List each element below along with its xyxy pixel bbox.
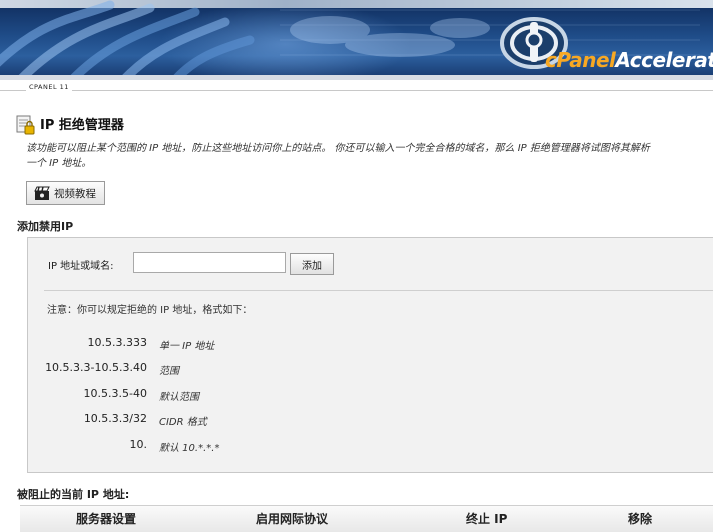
example-value: 10.5.3.3-10.5.3.40 <box>45 361 147 374</box>
version-bar <box>0 80 713 92</box>
example-desc: 默认范围 <box>159 392 199 403</box>
example-value: 10.5.3.5-40 <box>83 387 147 400</box>
brand-accelerated-text: Accelerated <box>615 48 713 72</box>
ip-field-label: IP 地址或域名: <box>48 261 114 272</box>
example-desc: 默认 10.*.*.* <box>159 443 220 454</box>
clapperboard-icon <box>34 186 50 200</box>
example-desc: 范围 <box>159 366 179 377</box>
column-header-end-ip: 终止 IP <box>466 512 508 526</box>
add-button[interactable]: 添加 <box>290 253 334 275</box>
add-section-title: 添加禁用IP <box>17 220 74 233</box>
column-header-remove: 移除 <box>628 512 653 526</box>
example-desc: 单一 IP 地址 <box>159 341 215 352</box>
format-note: 注意：你可以规定拒绝的 IP 地址，格式如下： <box>47 305 253 316</box>
video-tutorial-label: 视频教程 <box>54 187 96 200</box>
lock-document-icon <box>16 115 35 135</box>
brand-text: cPanelAccelerated <box>545 48 713 72</box>
blocked-section-title: 被阻止的当前 IP 地址: <box>17 488 130 501</box>
page-title: IP 拒绝管理器 <box>40 118 124 133</box>
example-value: 10.5.3.333 <box>87 336 147 349</box>
column-header-server: 服务器设置 <box>76 512 137 526</box>
column-header-start-ip: 启用网际协议 <box>256 512 329 526</box>
brand-cpanel-text: cPanel <box>545 48 616 72</box>
panel-divider <box>44 290 713 291</box>
header-banner: cPanelAccelerated <box>0 0 713 80</box>
example-desc: CIDR 格式 <box>159 417 207 428</box>
example-value: 10. <box>129 438 148 451</box>
version-label: CPANEL 11 <box>26 83 72 91</box>
ip-domain-input[interactable] <box>133 252 286 273</box>
example-value: 10.5.3.3/32 <box>83 412 147 425</box>
video-tutorial-button[interactable]: 视频教程 <box>26 181 105 205</box>
page-description: 该功能可以阻止某个范围的 IP 地址，防止这些地址访问你上的站点。 你还可以输入… <box>26 143 650 169</box>
